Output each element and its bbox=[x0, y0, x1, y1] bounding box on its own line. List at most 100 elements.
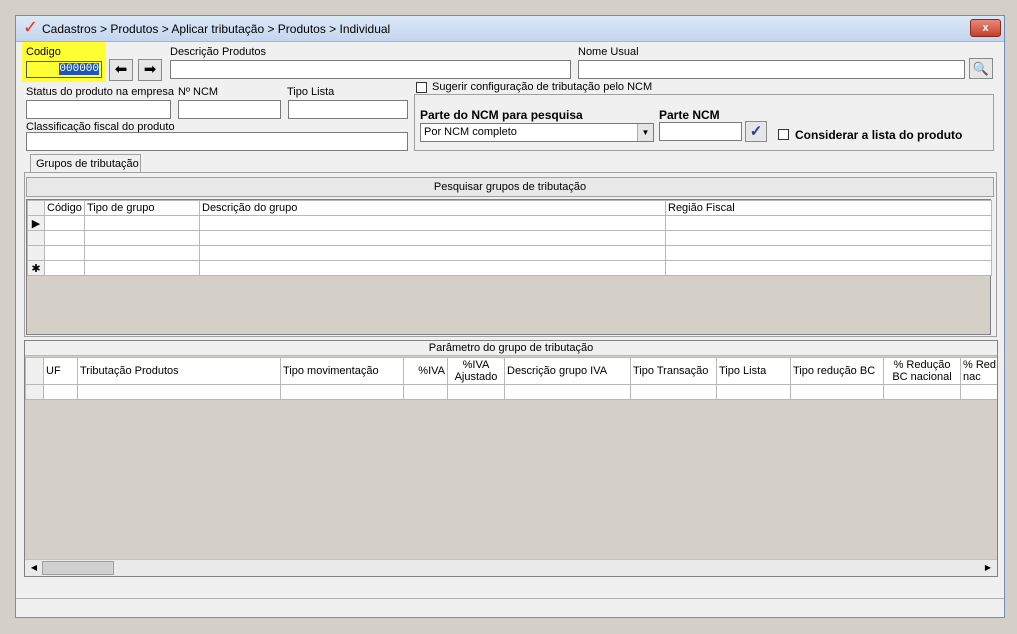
horizontal-scrollbar[interactable]: ◀ ▶ bbox=[25, 559, 997, 576]
tipo-lista-input[interactable] bbox=[288, 100, 408, 119]
column-header[interactable]: Código bbox=[44, 200, 85, 216]
pesquisar-grupos-button[interactable]: Pesquisar grupos de tributação bbox=[26, 177, 994, 197]
table-cell[interactable] bbox=[84, 245, 200, 261]
column-header[interactable]: Tipo Transação bbox=[630, 357, 717, 385]
table-cell[interactable] bbox=[84, 230, 200, 246]
row-header-corner bbox=[27, 200, 45, 216]
column-header[interactable]: % Redução BC nacional bbox=[883, 357, 961, 385]
table-cell[interactable] bbox=[665, 230, 992, 246]
tipo-lista-label: Tipo Lista bbox=[287, 86, 335, 98]
considerar-label: Considerar a lista do produto bbox=[795, 128, 963, 142]
table-cell[interactable] bbox=[630, 384, 717, 400]
scroll-left-icon[interactable]: ◀ bbox=[27, 561, 41, 575]
row-header bbox=[25, 384, 44, 400]
ncm-label: Nº NCM bbox=[178, 86, 219, 98]
table-cell[interactable] bbox=[77, 384, 281, 400]
table-cell[interactable] bbox=[199, 230, 666, 246]
table-cell[interactable] bbox=[199, 260, 666, 276]
column-header[interactable]: %IVA bbox=[403, 357, 448, 385]
parte-ncm-pesquisa-label: Parte do NCM para pesquisa bbox=[420, 108, 583, 122]
ncm-config-group: Parte do NCM para pesquisa Por NCM compl… bbox=[414, 94, 994, 151]
status-input[interactable] bbox=[26, 100, 171, 119]
column-header[interactable]: Descrição grupo IVA bbox=[504, 357, 631, 385]
parte-ncm-input[interactable] bbox=[659, 122, 742, 141]
previous-button[interactable]: ⬅ bbox=[109, 59, 133, 81]
classificacao-input[interactable] bbox=[26, 132, 408, 151]
row-header bbox=[27, 245, 45, 261]
pesquisar-grupos-label: Pesquisar grupos de tributação bbox=[433, 181, 587, 193]
nome-usual-label: Nome Usual bbox=[578, 46, 639, 58]
sugerir-label: Sugerir configuração de tributação pelo … bbox=[432, 81, 653, 93]
table-cell[interactable] bbox=[960, 384, 997, 400]
table-row[interactable]: ▶ bbox=[27, 215, 992, 231]
column-header[interactable]: %IVA Ajustado bbox=[447, 357, 505, 385]
column-header[interactable]: Descrição do grupo bbox=[199, 200, 666, 216]
table-cell[interactable] bbox=[199, 245, 666, 261]
column-header[interactable]: Região Fiscal bbox=[665, 200, 992, 216]
magnifier-icon: 🔍 bbox=[972, 61, 990, 76]
table-cell[interactable] bbox=[665, 215, 992, 231]
table-row[interactable] bbox=[27, 245, 992, 261]
grupos-header-row: Código Tipo de grupo Descrição do grupo … bbox=[27, 200, 992, 216]
parametro-title: Parâmetro do grupo de tributação bbox=[25, 341, 997, 356]
table-cell[interactable] bbox=[790, 384, 884, 400]
table-cell[interactable] bbox=[44, 230, 85, 246]
scroll-right-icon[interactable]: ▶ bbox=[981, 561, 995, 575]
table-cell[interactable] bbox=[665, 260, 992, 276]
table-cell[interactable] bbox=[403, 384, 448, 400]
table-cell[interactable] bbox=[504, 384, 631, 400]
table-cell[interactable] bbox=[84, 215, 200, 231]
table-cell[interactable] bbox=[199, 215, 666, 231]
scrollbar-thumb[interactable] bbox=[42, 561, 114, 575]
column-header[interactable]: Tipo movimentação bbox=[280, 357, 404, 385]
status-bar bbox=[16, 598, 1004, 617]
new-row[interactable]: ✱ bbox=[27, 260, 992, 276]
sugerir-checkbox[interactable] bbox=[416, 82, 427, 93]
column-header[interactable]: Tipo de grupo bbox=[84, 200, 200, 216]
table-cell[interactable] bbox=[716, 384, 791, 400]
confirm-button[interactable]: ✓ bbox=[745, 121, 767, 142]
descricao-input[interactable] bbox=[170, 60, 571, 79]
parametro-table-wrap: UF Tributação Produtos Tipo movimentação… bbox=[25, 357, 997, 401]
table-cell[interactable] bbox=[665, 245, 992, 261]
parte-ncm-pesquisa-select[interactable]: Por NCM completo ▼ bbox=[420, 123, 654, 142]
parametro-grid: Parâmetro do grupo de tributação UF Trib… bbox=[24, 340, 998, 577]
considerar-checkbox[interactable] bbox=[778, 129, 789, 140]
checkmark-icon: ✓ bbox=[749, 123, 763, 140]
codigo-input[interactable]: 000000 bbox=[26, 61, 102, 78]
arrow-left-icon: ⬅ bbox=[114, 61, 128, 78]
search-button[interactable]: 🔍 bbox=[969, 58, 993, 79]
close-button[interactable]: x bbox=[970, 19, 1001, 37]
ncm-input[interactable] bbox=[178, 100, 281, 119]
column-header[interactable]: Tipo redução BC bbox=[790, 357, 884, 385]
parametro-header-row: UF Tributação Produtos Tipo movimentação… bbox=[25, 357, 997, 385]
column-header[interactable]: % Red nac bbox=[960, 357, 997, 385]
tab-grupos-tributacao[interactable]: Grupos de tributação bbox=[30, 154, 141, 173]
new-row-asterisk-icon: ✱ bbox=[27, 260, 45, 276]
table-cell[interactable] bbox=[44, 245, 85, 261]
column-header[interactable]: Tipo Lista bbox=[716, 357, 791, 385]
parte-ncm-label: Parte NCM bbox=[659, 108, 720, 122]
codigo-section: Codigo 000000 bbox=[22, 42, 106, 82]
table-cell[interactable] bbox=[280, 384, 404, 400]
column-header[interactable]: UF bbox=[43, 357, 78, 385]
table-cell[interactable] bbox=[447, 384, 505, 400]
table-cell[interactable] bbox=[84, 260, 200, 276]
current-row-indicator-icon: ▶ bbox=[27, 215, 45, 231]
window-title: Cadastros > Produtos > Aplicar tributaçã… bbox=[42, 22, 391, 36]
title-bar: ✓ Cadastros > Produtos > Aplicar tributa… bbox=[16, 16, 1004, 42]
nome-usual-input[interactable] bbox=[578, 60, 965, 79]
chevron-down-icon[interactable]: ▼ bbox=[637, 124, 653, 141]
table-cell[interactable] bbox=[883, 384, 961, 400]
next-button[interactable]: ➡ bbox=[138, 59, 162, 81]
table-row[interactable] bbox=[25, 384, 997, 400]
arrow-right-icon: ➡ bbox=[143, 61, 157, 78]
column-header[interactable]: Tributação Produtos bbox=[77, 357, 281, 385]
parte-ncm-pesquisa-value: Por NCM completo bbox=[424, 126, 517, 138]
table-row[interactable] bbox=[27, 230, 992, 246]
grupos-tab-panel: Pesquisar grupos de tributação Código Ti… bbox=[24, 172, 997, 337]
table-cell[interactable] bbox=[44, 215, 85, 231]
status-label: Status do produto na empresa bbox=[26, 86, 174, 98]
table-cell[interactable] bbox=[44, 260, 85, 276]
table-cell[interactable] bbox=[43, 384, 78, 400]
